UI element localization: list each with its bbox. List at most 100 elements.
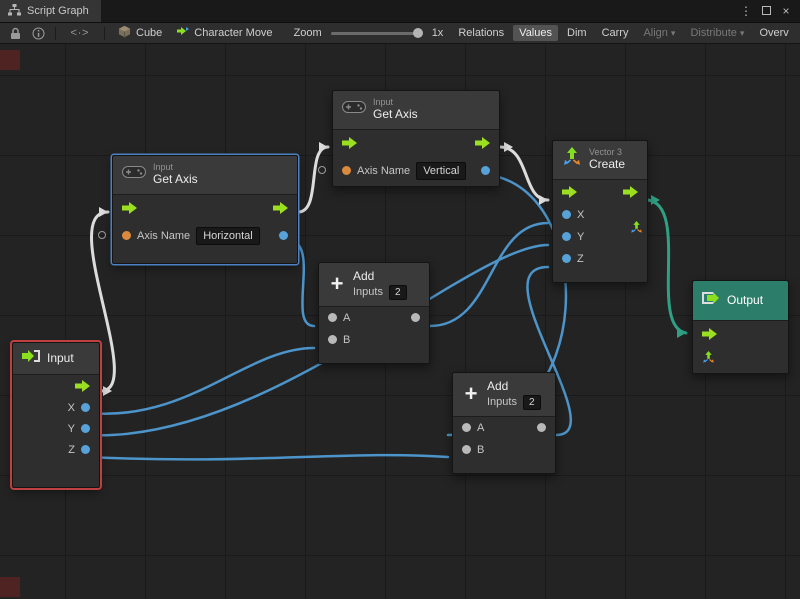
wire-vector3-to-output[interactable]: [648, 200, 686, 333]
axis-name-field[interactable]: Horizontal: [196, 227, 260, 245]
port-label: X: [68, 402, 75, 414]
z-in-port[interactable]: [562, 254, 571, 263]
zoom-label: Zoom: [294, 27, 322, 39]
relations-button[interactable]: Relations: [452, 25, 510, 41]
port-label: B: [477, 444, 484, 456]
x-out-port[interactable]: [81, 403, 90, 412]
node-add-2[interactable]: + Add Inputs 2 A B: [452, 372, 556, 474]
sum-out-port[interactable]: [411, 313, 420, 322]
carry-button[interactable]: Carry: [596, 25, 635, 41]
gamepad-icon: [342, 100, 366, 119]
node-category: Input: [373, 97, 418, 107]
graph-canvas[interactable]: Input Get Axis Axis Name Vertical Input: [0, 44, 800, 599]
node-header: Input: [13, 343, 99, 375]
control-out-port[interactable]: [273, 202, 288, 214]
graph-boundary-port[interactable]: [98, 231, 106, 239]
gamepad-icon: [122, 165, 146, 184]
a-in-port[interactable]: [462, 423, 471, 432]
node-graph-input[interactable]: Input X Y Z: [12, 342, 100, 488]
wire-arrowhead: [539, 195, 548, 205]
dim-button[interactable]: Dim: [561, 25, 593, 41]
a-in-port[interactable]: [328, 313, 337, 322]
node-graph-output[interactable]: Output: [692, 280, 789, 374]
menu-dots-icon[interactable]: ⋮: [738, 5, 754, 17]
wire-getaxis-horizontal-to-getaxis-vertical[interactable]: [298, 147, 328, 212]
axis-name-field[interactable]: Vertical: [416, 162, 466, 180]
sum-out-port[interactable]: [537, 423, 546, 432]
input-bracket-icon: [22, 349, 40, 368]
wire-arrowhead: [319, 142, 328, 152]
control-out-port[interactable]: [75, 380, 90, 392]
cube-icon: [118, 25, 131, 41]
control-in-port[interactable]: [702, 328, 717, 340]
values-button[interactable]: Values: [513, 25, 558, 41]
node-add-1[interactable]: + Add Inputs 2 A B: [318, 262, 430, 364]
inputs-count-field[interactable]: 2: [523, 395, 541, 410]
port-label: Z: [577, 253, 584, 265]
zoom-slider-handle[interactable]: [413, 28, 423, 38]
close-icon[interactable]: ×: [778, 5, 794, 17]
axis-name-in-port[interactable]: [122, 231, 131, 240]
inputs-count-field[interactable]: 2: [389, 285, 407, 300]
toolbar-separator: [55, 27, 56, 40]
y-in-port[interactable]: [562, 232, 571, 241]
lock-icon[interactable]: [5, 24, 25, 42]
node-header: Output: [693, 281, 788, 321]
code-inspect-icon[interactable]: <∙>: [63, 24, 97, 42]
cube-breadcrumb[interactable]: Cube: [112, 25, 168, 41]
value-out-port[interactable]: [279, 231, 288, 240]
node-header: Input Get Axis: [113, 156, 297, 195]
node-header: Input Get Axis: [333, 91, 499, 130]
toolbar-separator: [104, 27, 105, 40]
node-title: Add: [487, 379, 541, 395]
info-icon[interactable]: [28, 24, 48, 42]
graph-boundary-port[interactable]: [318, 166, 326, 174]
node-header: Vector 3 Create: [553, 141, 647, 180]
script-graph-icon: [8, 4, 21, 19]
port-label: X: [577, 209, 584, 221]
value-out-port[interactable]: [481, 166, 490, 175]
inputs-label: Inputs: [487, 396, 517, 408]
port-label: Y: [68, 423, 75, 435]
overview-button[interactable]: Overv: [753, 25, 794, 41]
tab-script-graph[interactable]: Script Graph: [0, 0, 101, 22]
wire-inputz-to-add2-b[interactable]: [88, 455, 448, 459]
node-title: Add: [353, 269, 407, 285]
control-out-port[interactable]: [475, 137, 490, 149]
node-vector3-create[interactable]: Vector 3 Create X Y Z: [552, 140, 648, 283]
axis-name-in-port[interactable]: [342, 166, 351, 175]
y-out-port[interactable]: [81, 424, 90, 433]
control-in-port[interactable]: [122, 202, 137, 214]
align-button[interactable]: Align▾: [637, 25, 681, 41]
vector3-icon: [562, 147, 582, 172]
character-move-breadcrumb[interactable]: Character Move: [171, 27, 278, 40]
b-in-port[interactable]: [462, 445, 471, 454]
inputs-label: Inputs: [353, 286, 383, 298]
zoom-control: Zoom 1x: [288, 27, 450, 39]
chevron-down-icon: ▾: [740, 28, 745, 39]
zoom-slider[interactable]: [331, 32, 423, 35]
wire-arrowhead: [677, 328, 686, 338]
control-in-port[interactable]: [562, 186, 577, 198]
b-in-port[interactable]: [328, 335, 337, 344]
vector3-in-port[interactable]: [702, 351, 715, 369]
x-in-port[interactable]: [562, 210, 571, 219]
node-title: Get Axis: [373, 107, 418, 123]
node-title: Create: [589, 157, 625, 173]
control-in-port[interactable]: [342, 137, 357, 149]
node-get-axis-horizontal[interactable]: Input Get Axis Axis Name Horizontal: [112, 155, 298, 264]
character-move-label: Character Move: [194, 27, 272, 39]
window-tab-bar: Script Graph ⋮ ×: [0, 0, 800, 22]
wire-inputx-to-add1-b[interactable]: [88, 348, 314, 414]
node-header: + Add Inputs 2: [319, 263, 429, 307]
param-label: Axis Name: [357, 165, 410, 177]
maximize-icon[interactable]: [758, 5, 774, 17]
node-get-axis-vertical[interactable]: Input Get Axis Axis Name Vertical: [332, 90, 500, 187]
vector3-out-port[interactable]: [630, 221, 643, 239]
param-label: Axis Name: [137, 230, 190, 242]
distribute-button[interactable]: Distribute▾: [684, 25, 750, 41]
wire-getaxis-vertical-to-vector3[interactable]: [500, 147, 548, 200]
z-out-port[interactable]: [81, 445, 90, 454]
control-out-port[interactable]: [623, 186, 638, 198]
node-header: + Add Inputs 2: [453, 373, 555, 417]
